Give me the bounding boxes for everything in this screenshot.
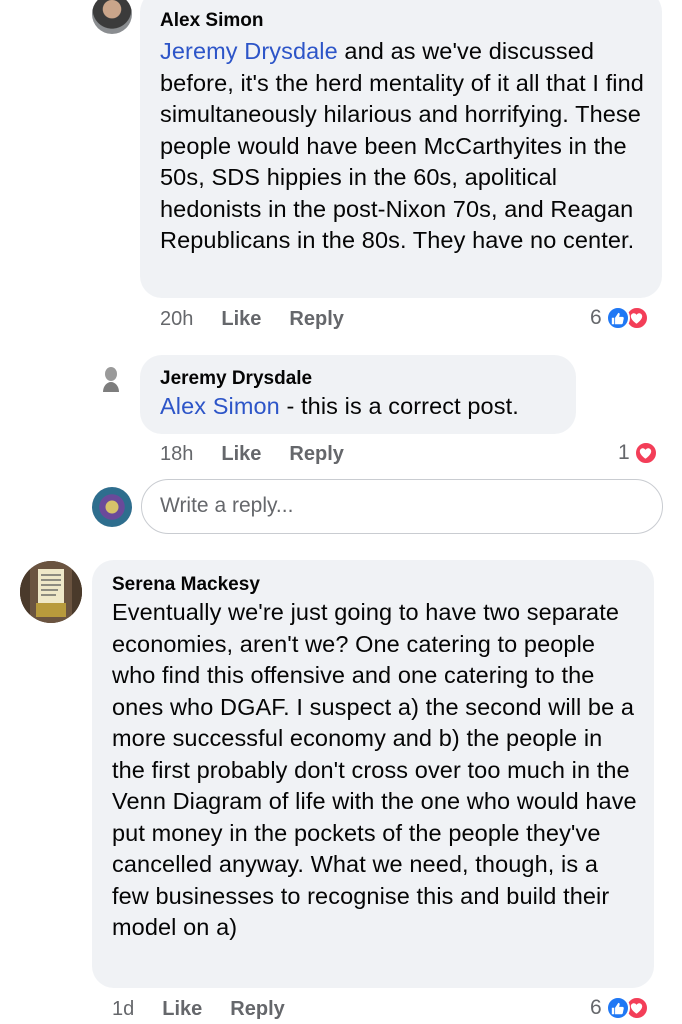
reply-button[interactable]: Reply <box>289 307 343 331</box>
reaction-count: 6 <box>590 306 602 329</box>
reaction-count: 1 <box>618 441 630 464</box>
reply-placeholder: Write a reply... <box>160 494 294 517</box>
comment-author[interactable]: Serena Mackesy <box>112 573 640 597</box>
bust-icon <box>103 367 119 392</box>
like-button[interactable]: Like <box>221 307 261 331</box>
reaction-count: 6 <box>590 996 602 1019</box>
like-icon <box>605 996 630 1020</box>
avatar-jeremy-drysdale[interactable] <box>98 365 124 393</box>
book-icon <box>20 561 82 623</box>
comment-text: Alex Simon - this is a correct post. <box>160 393 519 419</box>
love-icon <box>633 441 658 465</box>
write-reply-input[interactable]: Write a reply... <box>141 479 663 534</box>
comment-author[interactable]: Alex Simon <box>160 9 644 33</box>
reply-button[interactable]: Reply <box>230 997 284 1021</box>
reaction-summary[interactable]: 6 <box>590 306 649 330</box>
reaction-summary[interactable]: 6 <box>590 996 649 1020</box>
comment-actions: 1d Like Reply <box>112 997 313 1021</box>
comment-author[interactable]: Jeremy Drysdale <box>160 367 558 391</box>
reply-button[interactable]: Reply <box>289 442 343 466</box>
like-icon <box>605 306 630 330</box>
avatar-current-user[interactable] <box>92 487 132 527</box>
comment-actions: 18h Like Reply <box>160 442 372 466</box>
comment-text: Eventually we're just going to have two … <box>112 599 637 940</box>
mention-link[interactable]: Jeremy Drysdale <box>160 38 338 64</box>
comment-timestamp[interactable]: 20h <box>160 307 193 331</box>
comment-text: Jeremy Drysdale and as we've discussed b… <box>160 38 644 253</box>
comment-timestamp[interactable]: 1d <box>112 997 134 1021</box>
avatar-serena-mackesy[interactable] <box>20 561 82 623</box>
comment-bubble-serena-mackesy: Serena Mackesy Eventually we're just goi… <box>92 560 654 988</box>
like-button[interactable]: Like <box>162 997 202 1021</box>
mention-link[interactable]: Alex Simon <box>160 393 280 419</box>
avatar-alex-simon[interactable] <box>92 0 132 34</box>
like-button[interactable]: Like <box>221 442 261 466</box>
reaction-summary[interactable]: 1 <box>618 441 658 465</box>
comment-bubble-jeremy-drysdale: Jeremy Drysdale Alex Simon - this is a c… <box>140 355 576 434</box>
comment-timestamp[interactable]: 18h <box>160 442 193 466</box>
comment-actions: 20h Like Reply <box>160 307 372 331</box>
comment-bubble-alex-simon: Alex Simon Jeremy Drysdale and as we've … <box>140 0 662 298</box>
